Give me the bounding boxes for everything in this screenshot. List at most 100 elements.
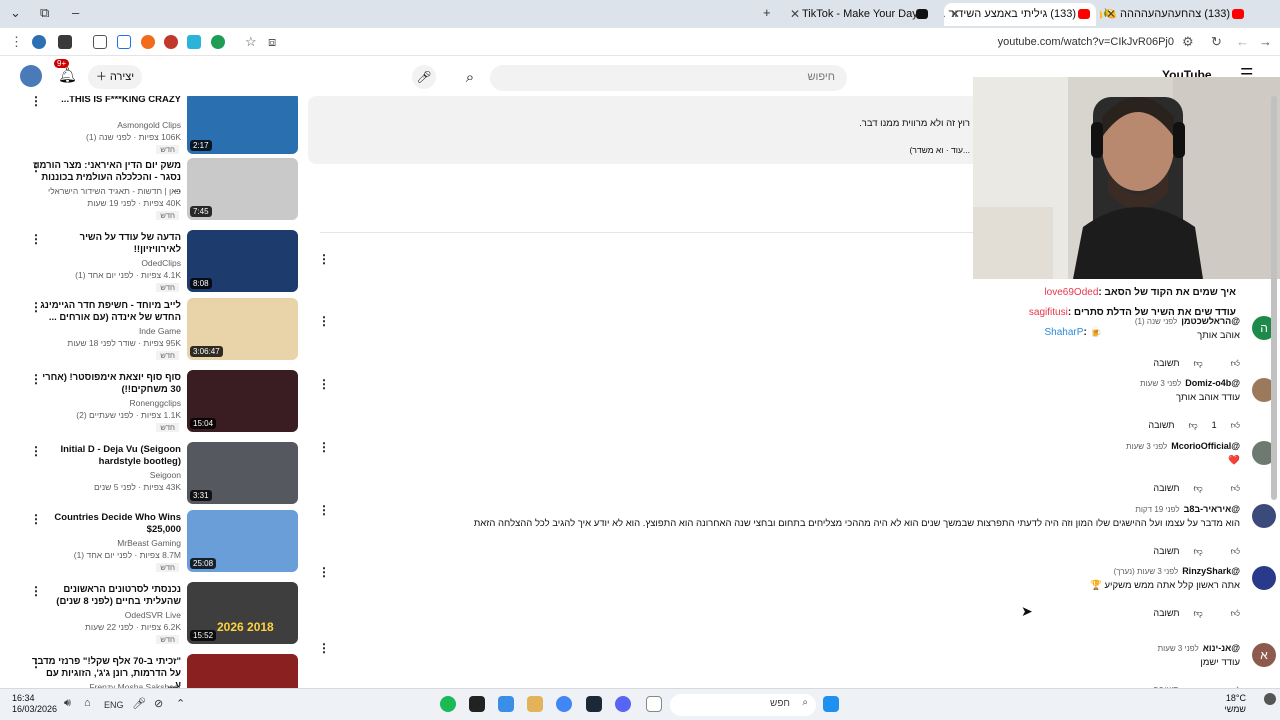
comment-author[interactable]: @McorioOfficial	[1171, 441, 1240, 451]
extension-icon[interactable]	[117, 35, 131, 49]
channel-name[interactable]: OdedClips	[141, 258, 181, 268]
avatar[interactable]: א	[1252, 643, 1276, 667]
window-restore-icon[interactable]: ⧉	[40, 5, 49, 21]
list-item[interactable]: ⋮ 3:06:47 לייב מיוחד - חשיפת חדר הגיימינג …	[0, 298, 305, 362]
like-icon[interactable]: 👍︎	[1231, 546, 1240, 556]
comment-author[interactable]: @Domiz-o4b	[1185, 378, 1240, 388]
video-thumbnail[interactable]: 7:45	[187, 158, 298, 220]
reload-icon[interactable]: ↻	[1211, 34, 1222, 50]
list-item[interactable]: ⋮ 25:08 Countries Decide Who Wins $25,000 M…	[0, 510, 305, 574]
extension-icon[interactable]	[187, 35, 201, 49]
list-item[interactable]: ⋮ 8:08 הדעה של עודד על השיר לאירוויזיון!! O…	[0, 230, 305, 294]
tab-1[interactable]: ✕ (133) צהחעהעהעהההה 🍋🍋 | #...	[1100, 3, 1250, 26]
channel-name[interactable]: Asmongold Clips	[117, 120, 181, 130]
more-icon[interactable]: ⋮	[318, 440, 330, 454]
notification-icon[interactable]	[1264, 693, 1276, 705]
steam-icon[interactable]	[586, 696, 602, 712]
taskbar-search[interactable]: חפש ⌕	[670, 694, 816, 716]
apps-grid-icon[interactable]	[498, 696, 514, 712]
more-icon[interactable]: ⋮	[318, 252, 330, 266]
channel-name[interactable]: Ronenggclips	[129, 398, 181, 408]
profile-icon[interactable]	[32, 35, 46, 49]
bookmark-star-icon[interactable]: ☆	[245, 34, 257, 50]
reply-button[interactable]: תשובה	[1153, 546, 1179, 556]
channel-name[interactable]: OdedSVR Live	[125, 610, 181, 620]
list-item[interactable]: ⋮זכיתי"זכיתי ב-70 אלף שקל!" פרנזי מדבר ע…	[0, 654, 305, 688]
more-icon[interactable]: ⋮	[318, 565, 330, 579]
comment-time[interactable]: לפני 3 שעות (נערך)	[1114, 567, 1179, 576]
video-thumbnail[interactable]: זכיתי	[187, 654, 298, 688]
comment-time[interactable]: לפני שנה (1)	[1135, 317, 1177, 326]
site-settings-icon[interactable]: ⚙	[1182, 34, 1194, 50]
extension-icon[interactable]	[141, 35, 155, 49]
search-input[interactable]: חיפוש	[490, 65, 847, 91]
video-thumbnail[interactable]: 25:08	[187, 510, 298, 572]
avatar[interactable]	[20, 65, 42, 87]
channel-name[interactable]: MrBeast Gaming	[117, 538, 181, 548]
accessibility-icon[interactable]: ⊘	[154, 697, 163, 710]
more-icon[interactable]: ⋮	[318, 377, 330, 391]
description-more[interactable]: ...עוד · וא משדר)	[910, 145, 970, 155]
comment-author[interactable]: @RinzyShark	[1182, 566, 1240, 576]
video-thumbnail[interactable]: 15:04	[187, 370, 298, 432]
back-icon[interactable]: →	[1259, 34, 1272, 49]
comment-author[interactable]: @איראיר-ב8ב	[1184, 504, 1240, 514]
avatar[interactable]	[1252, 504, 1276, 528]
dislike-icon[interactable]: 👎︎	[1193, 358, 1202, 368]
list-item[interactable]: ⋮ 2026 2018 15:52 נכנסתי לסרטונים הראשונים …	[0, 582, 305, 646]
dislike-icon[interactable]: 👎︎	[1188, 420, 1197, 430]
dislike-icon[interactable]: 👎︎	[1193, 546, 1202, 556]
discord-icon[interactable]	[615, 696, 631, 712]
video-title[interactable]: סוף סוף יוצאת אימפוסטר! (אחרי 30 משחקים!…	[31, 372, 181, 396]
dislike-icon[interactable]: 👎︎	[1193, 608, 1202, 618]
like-icon[interactable]: 👍︎	[1231, 420, 1240, 430]
list-item[interactable]: ⋮ 15:04 סוף סוף יוצאת אימפוסטר! (אחרי 30 מ…	[0, 370, 305, 434]
window-minimize-icon[interactable]: –	[72, 5, 79, 20]
scrollbar[interactable]	[1271, 96, 1277, 500]
tab-3[interactable]: ✕ TikTok - Make Your Day	[784, 3, 934, 26]
comment-time[interactable]: לפני 3 שעות	[1158, 644, 1199, 653]
more-icon[interactable]: ⋮	[318, 503, 330, 517]
spotify-icon[interactable]	[440, 696, 456, 712]
comment-author[interactable]: @אנ-ינוא	[1203, 643, 1240, 653]
weather-widget[interactable]: 18°C שמשי	[1224, 693, 1246, 715]
video-title[interactable]: Countries Decide Who Wins $25,000	[31, 512, 181, 536]
extension-icon[interactable]	[164, 35, 178, 49]
comment-time[interactable]: לפני 3 שעות	[1126, 442, 1167, 451]
video-title[interactable]: הדעה של עודד על השיר לאירוויזיון!!	[31, 232, 181, 256]
like-icon[interactable]: 👍︎	[1231, 608, 1240, 618]
app-icon[interactable]	[469, 696, 485, 712]
reply-button[interactable]: תשובה	[1148, 420, 1174, 430]
task-view-icon[interactable]	[646, 696, 662, 712]
comment-time[interactable]: לפני 19 דקות	[1135, 505, 1179, 514]
windows-start-icon[interactable]	[823, 696, 839, 712]
reply-button[interactable]: תשובה	[1153, 483, 1179, 493]
video-title[interactable]: THIS IS F***KING CRAZY...	[31, 96, 181, 106]
video-thumbnail[interactable]: 2:17	[187, 96, 298, 154]
tray-chevron-icon[interactable]: ⌃	[176, 697, 185, 710]
close-icon[interactable]: ✕	[790, 3, 800, 26]
forward-icon[interactable]: ←	[1236, 34, 1249, 49]
like-icon[interactable]: 👍︎	[1231, 358, 1240, 368]
language-indicator[interactable]: ENG	[104, 700, 124, 710]
avatar[interactable]	[1252, 566, 1276, 590]
tab-2[interactable]: ✕ (133) גיליתי באמצע השידור ...	[944, 3, 1096, 26]
channel-name[interactable]: Seigoon	[150, 470, 181, 480]
channel-name[interactable]: כאן | חדשות - תאגיד השידור הישראלי	[48, 186, 181, 196]
bell-icon[interactable]: 🔔︎	[58, 66, 77, 84]
extensions-icon[interactable]	[93, 35, 107, 49]
search-icon[interactable]: ⌕	[452, 65, 488, 91]
app-icon[interactable]	[527, 696, 543, 712]
video-thumbnail[interactable]: 3:31	[187, 442, 298, 504]
video-thumbnail[interactable]: 2026 2018 15:52	[187, 582, 298, 644]
microphone-icon[interactable]: 🎤︎	[132, 697, 146, 710]
reply-button[interactable]: תשובה	[1153, 358, 1179, 368]
create-button[interactable]: ＋ יצירה	[88, 65, 142, 89]
video-title[interactable]: לייב מיוחד - חשיפת חדר הגיימינג החדש של …	[31, 300, 181, 324]
close-icon[interactable]: ✕	[950, 3, 960, 26]
comment-author[interactable]: @הראלשכטמן	[1181, 316, 1240, 326]
chrome-icon[interactable]	[556, 696, 572, 712]
reply-button[interactable]: תשובה	[1153, 608, 1179, 618]
list-item[interactable]: ⋮ 7:45 משק יום הדין האיראני: מצר הורמוז נס…	[0, 158, 305, 222]
list-item[interactable]: ⋮ 3:31 Initial D - Deja Vu (Seigoon hardst…	[0, 442, 305, 506]
